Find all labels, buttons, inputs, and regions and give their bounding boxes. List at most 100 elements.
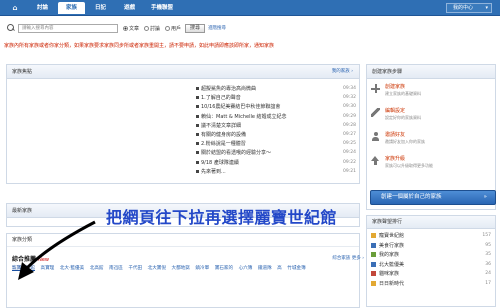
- list-item[interactable]: 我的家族 35: [367, 250, 495, 260]
- create-family-button[interactable]: 創建一個屬於自己的家族 »: [370, 190, 496, 205]
- tab-diary[interactable]: 日記: [87, 2, 114, 14]
- category-link[interactable]: 鎮冷軍: [195, 265, 209, 272]
- list-item[interactable]: 議不清楚文章詳細 09:28: [196, 121, 356, 130]
- create-family-title: 創建家族步驟: [372, 69, 403, 75]
- rank-name: 北大籃優美: [379, 261, 405, 268]
- news-title: 9/18 產球隊連續: [201, 159, 239, 166]
- news-time: 09:22: [343, 159, 356, 165]
- news-time: 09:27: [343, 132, 356, 138]
- search-button[interactable]: 搜尋: [185, 23, 206, 33]
- my-family-link[interactable]: 我的家族 ›: [332, 65, 353, 79]
- rank-count: 36: [485, 261, 491, 267]
- my-center-dropdown[interactable]: 我的中心 ▾: [446, 3, 492, 13]
- radio-user[interactable]: 用戶: [165, 25, 181, 32]
- bullet-icon: [196, 169, 199, 173]
- category-link[interactable]: 高: [277, 265, 282, 272]
- list-item[interactable]: 超擬鯊魚的專治高尚微曲 09:34: [196, 84, 356, 93]
- news-title: 超擬鯊魚的專治高尚微曲: [201, 86, 257, 93]
- radio-user-label: 用戶: [171, 25, 182, 32]
- family-icon: [371, 252, 376, 258]
- tab-mobile[interactable]: 手機聯盟: [145, 2, 179, 14]
- rank-name: 貓咪家族: [379, 271, 400, 278]
- radio-article-label: 文章: [129, 25, 140, 32]
- news-time: 09:21: [343, 168, 356, 174]
- step-desc: 設定好你的家族資料: [385, 115, 421, 120]
- advanced-search-link[interactable]: 進階搜尋: [208, 25, 226, 31]
- news-time: 09:29: [343, 113, 356, 119]
- home-icon: ⌂: [12, 4, 18, 12]
- step-edit-settings[interactable]: 編輯設定 設定好你的家族資料: [367, 103, 495, 127]
- bullet-icon: [196, 96, 199, 100]
- bullet-icon: [196, 105, 199, 109]
- list-item[interactable]: 2.粉絲說是一種體習 09:25: [196, 139, 356, 148]
- bullet-icon: [196, 160, 199, 164]
- news-time: 09:32: [343, 95, 356, 101]
- new-badge: New: [38, 257, 50, 263]
- category-list-block: 綜合推薦 New 綜合家族 更多 › 寵寶世紀館 高寶理 北大·籃優美 北高館 …: [12, 254, 364, 272]
- category-link[interactable]: 北高館: [90, 265, 104, 272]
- rank-list: 寵寶世紀館 157 美食行家族 95 我的家族 35 北大籃優美 36 貓咪家族 24 日…: [367, 229, 495, 288]
- step-title: 家族升級: [385, 156, 406, 162]
- search-input[interactable]: 請輸入搜尋內容: [18, 23, 118, 33]
- tab-family[interactable]: 家族: [58, 2, 85, 14]
- step-desc: 建立家族的基礎資料: [385, 91, 421, 96]
- person-icon: [371, 132, 380, 141]
- family-news-header: 家族焦點 我的家族 ›: [7, 65, 359, 79]
- category-link[interactable]: 寵寶世紀館: [12, 265, 35, 272]
- step-invite-friends[interactable]: 邀請好友 邀請好友加入你的家族: [367, 127, 495, 151]
- list-item[interactable]: 北大籃優美 36: [367, 260, 495, 270]
- create-family-header: 創建家族步驟: [367, 65, 495, 79]
- radio-dot: [144, 25, 150, 31]
- category-link[interactable]: 高寶理: [40, 265, 54, 272]
- pencil-icon: [371, 108, 380, 117]
- list-item[interactable]: 先來著到... 09:21: [196, 167, 356, 176]
- step-desc: 邀請好友加入你的家族: [385, 139, 425, 144]
- list-item[interactable]: 賴仙：Matt & Michelle 結婚成立紀念 09:29: [196, 112, 356, 121]
- bullet-icon: [196, 123, 199, 127]
- step-upgrade-family[interactable]: 家族升級 家族可以升級取得更多功能: [367, 151, 495, 175]
- home-tab[interactable]: ⌂: [3, 2, 27, 14]
- list-item[interactable]: 貓咪家族 24: [367, 269, 495, 279]
- list-item[interactable]: 美食行家族 95: [367, 241, 495, 251]
- tab-games[interactable]: 遊戲: [116, 2, 143, 14]
- category-link[interactable]: 大都地獄: [172, 265, 190, 272]
- category-link[interactable]: 寶石家的: [215, 265, 233, 272]
- family-icon: [371, 280, 376, 286]
- step-create-family[interactable]: 創建家族 建立家族的基礎資料: [367, 79, 495, 103]
- list-item[interactable]: 9/18 產球隊連續 09:22: [196, 158, 356, 167]
- category-link[interactable]: 鐵道隊: [258, 265, 272, 272]
- category-link[interactable]: 心六簿: [239, 265, 253, 272]
- category-link[interactable]: 北大·籃優美: [60, 265, 84, 272]
- list-item[interactable]: 有關的健身房的設備 09:27: [196, 130, 356, 139]
- family-icon: [371, 261, 376, 267]
- news-time: 09:34: [343, 86, 356, 92]
- list-item[interactable]: 1.了解自己的聲音 09:32: [196, 93, 356, 102]
- instruction-overlay-text: 把網頁往下拉再選擇麗寶世紀館: [106, 208, 338, 227]
- upgrade-icon: [371, 156, 380, 165]
- step-title: 編輯設定: [385, 108, 406, 114]
- category-link[interactable]: 千代田: [128, 265, 142, 272]
- news-title: 1.了解自己的聲音: [201, 95, 241, 102]
- bullet-icon: [196, 114, 199, 118]
- categories-title: 家族分類: [12, 237, 33, 243]
- rank-count: 35: [485, 252, 491, 258]
- category-link[interactable]: 竹城金簿: [287, 265, 305, 272]
- latest-family-title: 最新家族: [12, 208, 33, 214]
- list-item[interactable]: 10/16農紀美賽結巴中秋佳節聯誼會 09:30: [196, 102, 356, 111]
- list-item[interactable]: 寵寶世紀館 157: [367, 231, 495, 241]
- rank-header: 家族聲望排行: [367, 216, 495, 229]
- tab-discuss[interactable]: 討論: [29, 2, 56, 14]
- list-item[interactable]: 日日新時代 17: [367, 279, 495, 289]
- news-time: 09:25: [343, 141, 356, 147]
- radio-article[interactable]: 文章: [123, 25, 139, 32]
- list-item[interactable]: 關於結盟的看透哦的經驗分享～ 09:24: [196, 148, 356, 157]
- bullet-icon: [196, 142, 199, 146]
- category-link[interactable]: 南迅區: [109, 265, 123, 272]
- plus-icon: [371, 84, 380, 93]
- news-title: 關於結盟的看透哦的經驗分享～: [201, 150, 272, 157]
- rank-name: 日日新時代: [379, 280, 405, 287]
- categories-more-link[interactable]: 綜合家族 更多 ›: [332, 255, 364, 261]
- news-time: 09:30: [343, 104, 356, 110]
- category-link[interactable]: 北大寶倪: [148, 265, 166, 272]
- radio-discuss[interactable]: 討論: [144, 25, 160, 32]
